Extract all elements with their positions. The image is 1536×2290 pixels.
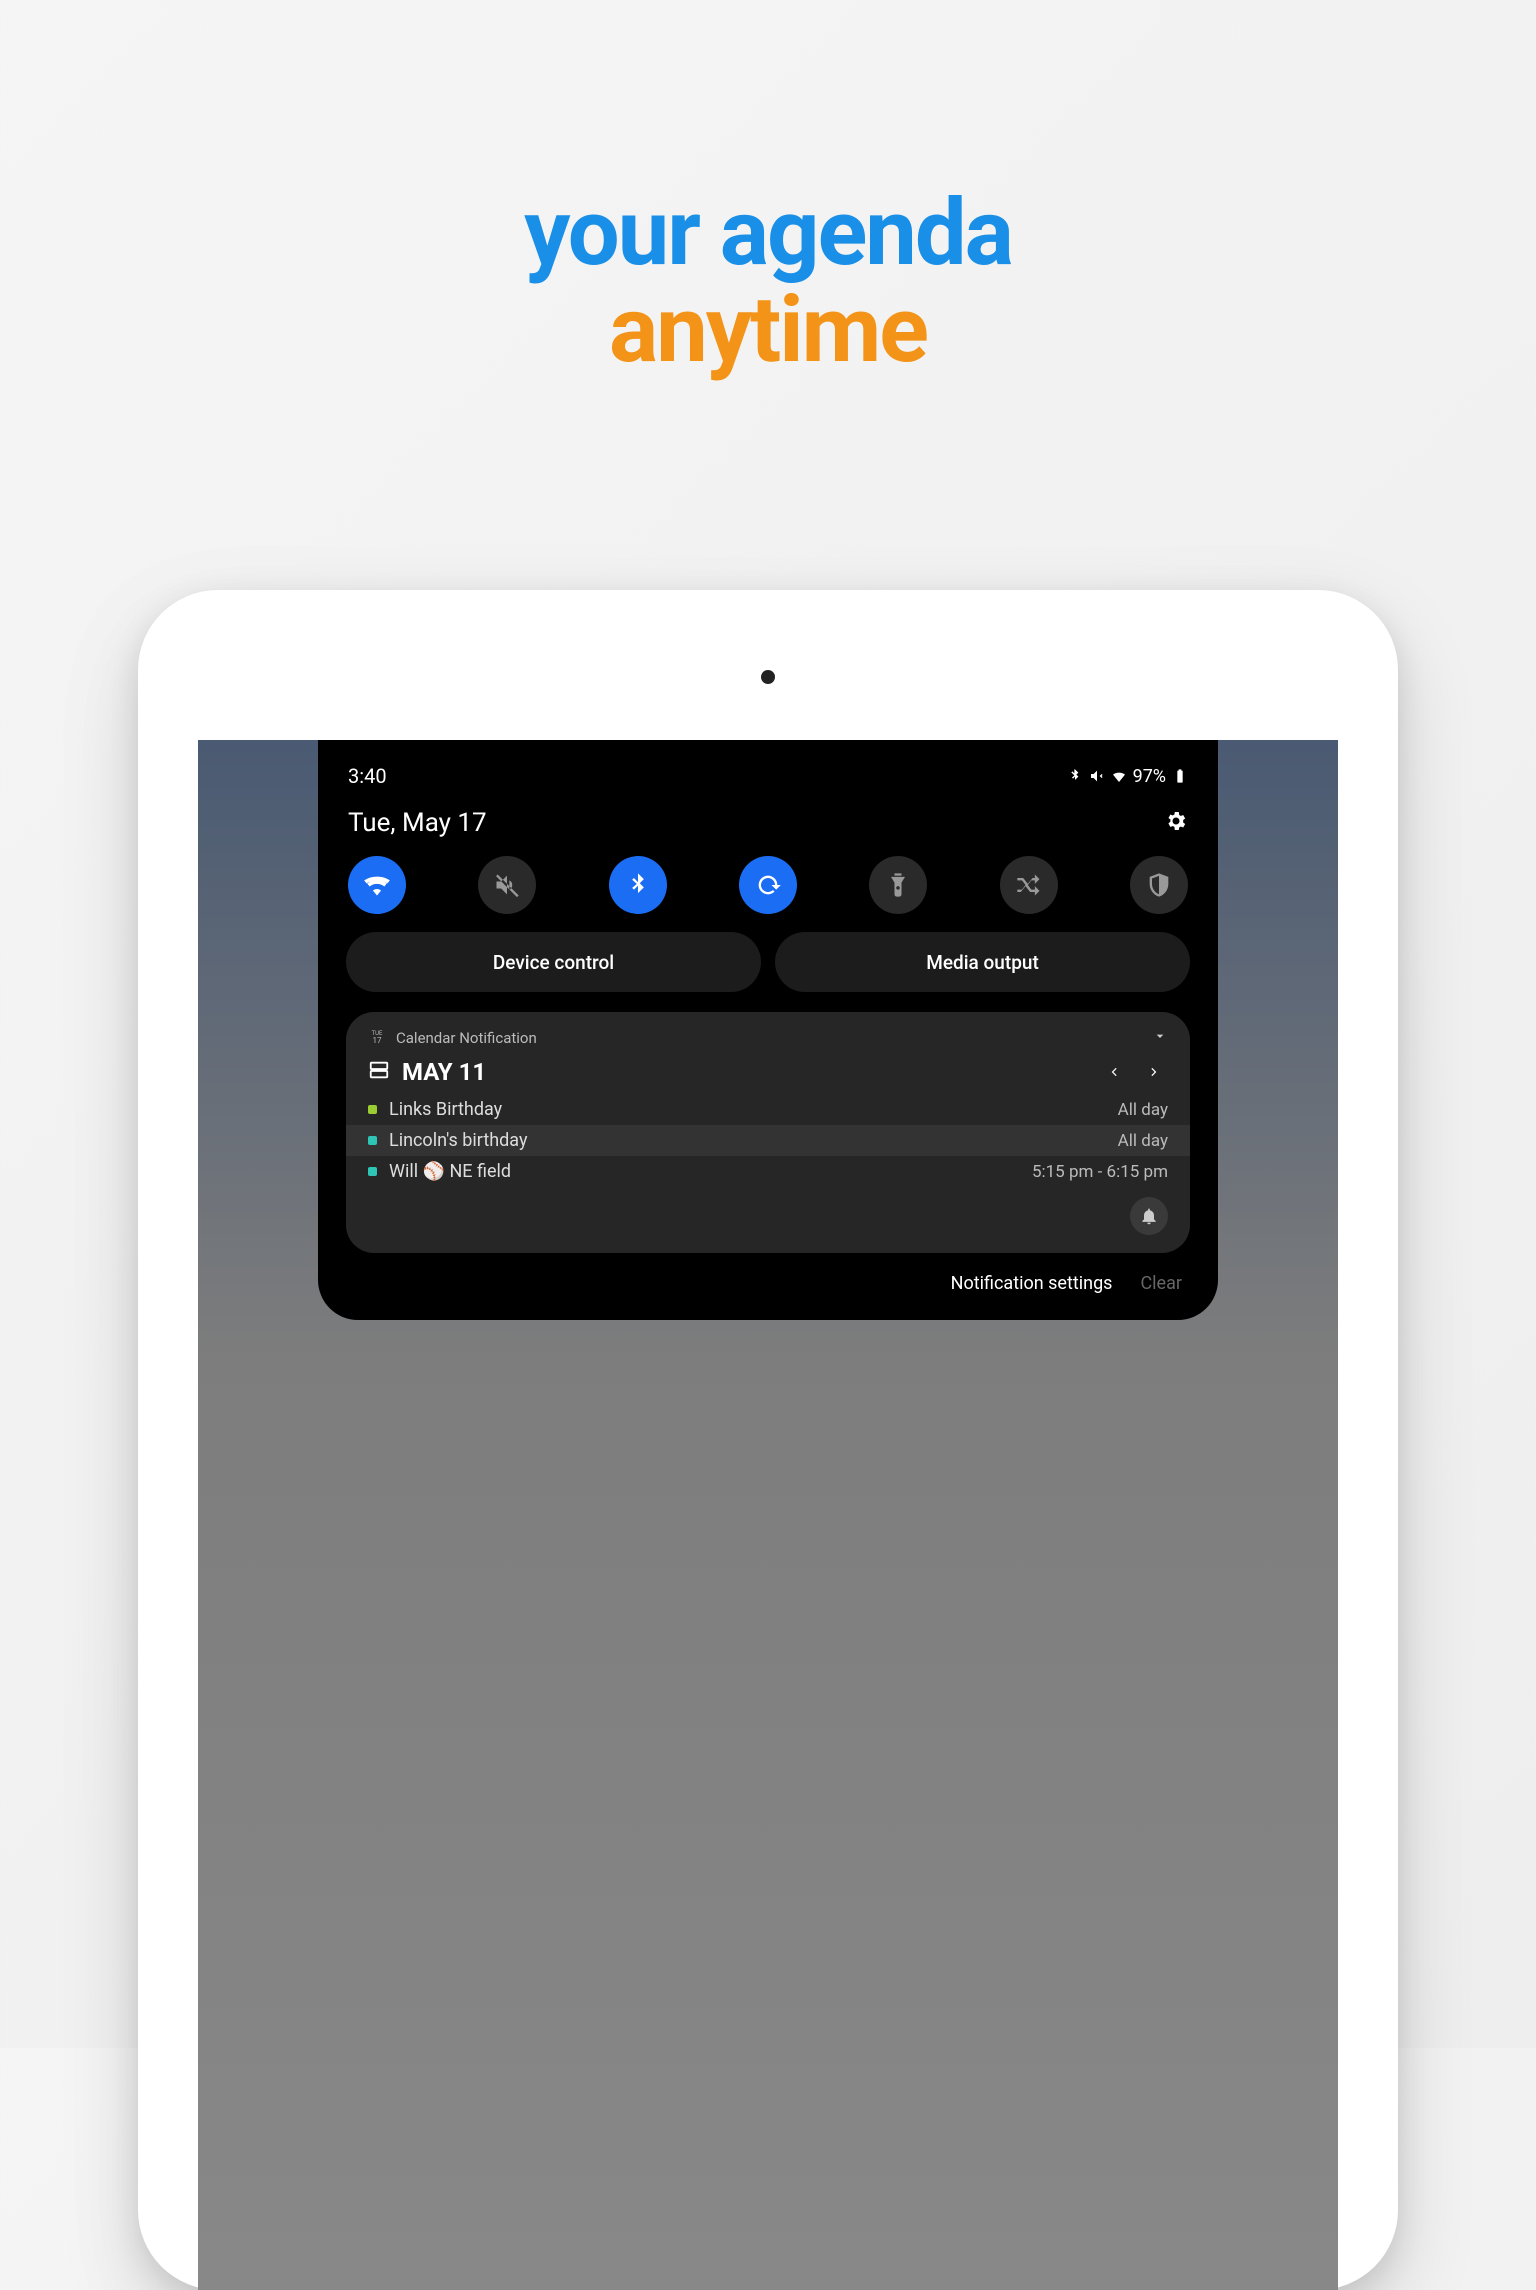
event-title: Will ⚾ NE field xyxy=(389,1161,1032,1182)
tablet-camera xyxy=(761,670,775,684)
quick-settings-pills: Device control Media output xyxy=(346,932,1190,1012)
shuffle-toggle[interactable] xyxy=(1000,856,1058,914)
hero-line1: your agenda xyxy=(0,180,1536,287)
shade-date: Tue, May 17 xyxy=(348,808,487,838)
notification-title-row: MAY 11 xyxy=(368,1054,1168,1094)
notification-app-name: Calendar Notification xyxy=(396,1029,537,1047)
media-output-label: Media output xyxy=(926,951,1039,974)
event-title: Lincoln's birthday xyxy=(389,1130,1118,1151)
event-row[interactable]: Will ⚾ NE field5:15 pm - 6:15 pm xyxy=(368,1156,1168,1187)
notification-app-icon: TUE 17 xyxy=(368,1029,386,1047)
bluetooth-status-icon xyxy=(1067,768,1083,784)
status-time: 3:40 xyxy=(348,764,387,788)
expand-icon[interactable] xyxy=(1152,1028,1168,1048)
event-color-dot xyxy=(368,1167,377,1176)
hero-text: your agenda anytime xyxy=(0,0,1536,384)
notification-actions xyxy=(368,1187,1168,1235)
rotation-toggle[interactable] xyxy=(739,856,797,914)
event-color-dot xyxy=(368,1136,377,1145)
media-output-button[interactable]: Media output xyxy=(775,932,1190,992)
device-control-label: Device control xyxy=(493,951,614,974)
event-title: Links Birthday xyxy=(389,1099,1118,1120)
next-day-button[interactable] xyxy=(1140,1062,1168,1082)
prev-day-button[interactable] xyxy=(1100,1062,1128,1082)
shield-toggle[interactable] xyxy=(1130,856,1188,914)
tablet-frame: 3:40 97% Tue, May 17 xyxy=(138,590,1398,2290)
bell-button[interactable] xyxy=(1130,1197,1168,1235)
battery-percent: 97% xyxy=(1133,766,1166,787)
notification-date: MAY 11 xyxy=(402,1058,1088,1086)
notification-card[interactable]: TUE 17 Calendar Notification MAY 11 xyxy=(346,1012,1190,1253)
flashlight-toggle[interactable] xyxy=(869,856,927,914)
notification-shade: 3:40 97% Tue, May 17 xyxy=(318,740,1218,1320)
agenda-icon xyxy=(368,1059,390,1085)
event-time: All day xyxy=(1118,1131,1168,1151)
notification-settings-link[interactable]: Notification settings xyxy=(951,1273,1113,1294)
sound-toggle[interactable] xyxy=(478,856,536,914)
clear-button[interactable]: Clear xyxy=(1140,1273,1182,1294)
shade-date-row: Tue, May 17 xyxy=(346,802,1190,856)
quick-settings-icons xyxy=(346,856,1190,932)
hero-line2: anytime xyxy=(0,277,1536,384)
wifi-toggle[interactable] xyxy=(348,856,406,914)
event-time: 5:15 pm - 6:15 pm xyxy=(1032,1162,1168,1182)
battery-icon xyxy=(1172,768,1188,784)
wifi-status-icon xyxy=(1111,768,1127,784)
mute-status-icon xyxy=(1089,768,1105,784)
status-bar: 3:40 97% xyxy=(346,760,1190,802)
device-control-button[interactable]: Device control xyxy=(346,932,761,992)
event-color-dot xyxy=(368,1105,377,1114)
event-row[interactable]: Links BirthdayAll day xyxy=(368,1094,1168,1125)
tablet-screen: 3:40 97% Tue, May 17 xyxy=(198,740,1338,2290)
shade-footer: Notification settings Clear xyxy=(346,1253,1190,1298)
status-right: 97% xyxy=(1067,766,1188,787)
event-list: Links BirthdayAll dayLincoln's birthdayA… xyxy=(368,1094,1168,1187)
notification-header: TUE 17 Calendar Notification xyxy=(368,1028,1168,1054)
event-time: All day xyxy=(1118,1100,1168,1120)
event-row[interactable]: Lincoln's birthdayAll day xyxy=(346,1125,1190,1156)
settings-icon[interactable] xyxy=(1164,809,1188,837)
bluetooth-toggle[interactable] xyxy=(609,856,667,914)
